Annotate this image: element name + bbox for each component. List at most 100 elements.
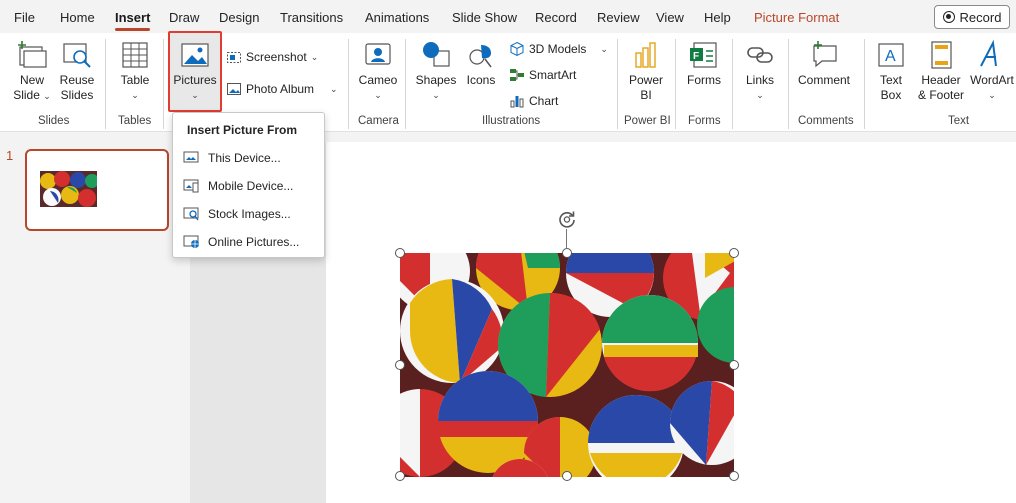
power-bi-button[interactable]: Power BI	[624, 35, 668, 103]
screenshot-label: Screenshot	[246, 50, 307, 64]
comments-group-label: Comments	[798, 115, 854, 127]
rotation-stem	[566, 229, 567, 249]
reuse-slides-icon	[61, 39, 93, 71]
this-device-menu-item[interactable]: This Device...	[183, 147, 323, 169]
screenshot-icon	[226, 49, 242, 65]
text-box-label-2: Box	[880, 88, 902, 102]
header-label: Header	[921, 73, 961, 87]
tables-group-label: Tables	[118, 115, 152, 127]
thumbnail-picture	[40, 171, 97, 207]
3d-models-label: 3D Models	[529, 42, 587, 56]
links-button[interactable]: Links ⌄	[739, 35, 781, 103]
new-slide-icon	[16, 39, 48, 71]
wordart-label: WordArt	[970, 73, 1014, 87]
forms-button[interactable]: F Forms	[682, 35, 726, 88]
tab-view[interactable]: View	[656, 10, 684, 25]
resize-handle-bottom[interactable]	[562, 471, 572, 481]
text-box-button[interactable]: A Text Box	[870, 35, 912, 103]
tab-picture-format[interactable]: Picture Format	[754, 10, 839, 25]
online-pictures-menu-item[interactable]: Online Pictures...	[183, 231, 323, 253]
reuse-label: Reuse	[59, 73, 95, 87]
record-icon	[942, 11, 955, 23]
new-slide-button[interactable]: New Slide ⌄	[10, 35, 54, 104]
tab-design[interactable]: Design	[219, 10, 259, 25]
tab-home[interactable]: Home	[60, 10, 95, 25]
icons-label: Icons	[466, 73, 496, 87]
this-device-label: This Device...	[208, 151, 281, 165]
pictures-label: Pictures	[173, 73, 217, 87]
device-icon	[183, 151, 200, 165]
reuse-slides-button[interactable]: Reuse Slides	[56, 35, 98, 103]
resize-handle-top-left[interactable]	[395, 248, 405, 258]
stock-images-icon	[183, 207, 200, 221]
wordart-button[interactable]: WordArt ⌄	[968, 35, 1016, 103]
shapes-button[interactable]: Shapes ⌄	[414, 35, 458, 103]
comment-button[interactable]: Comment	[795, 35, 853, 88]
power-bi-label-2: BI	[640, 88, 652, 102]
mobile-device-label: Mobile Device...	[208, 179, 294, 193]
mobile-device-menu-item[interactable]: Mobile Device...	[183, 175, 323, 197]
tab-transitions[interactable]: Transitions	[280, 10, 343, 25]
tab-file[interactable]: File	[14, 10, 35, 25]
separator	[675, 39, 676, 129]
separator	[348, 39, 349, 129]
separator	[405, 39, 406, 129]
smartart-label: SmartArt	[529, 68, 577, 82]
chart-button[interactable]: Chart	[509, 93, 558, 109]
cube-icon	[509, 41, 525, 57]
screenshot-button[interactable]: Screenshot ⌄	[226, 49, 318, 65]
photo-album-label: Photo Album	[246, 82, 315, 96]
pictures-button[interactable]: Pictures ⌄	[170, 35, 220, 103]
forms-group-label: Forms	[688, 115, 721, 127]
resize-handle-left[interactable]	[395, 360, 405, 370]
rotate-handle-icon[interactable]	[557, 209, 577, 229]
footer-label: & Footer	[917, 88, 965, 102]
smartart-button[interactable]: SmartArt	[509, 67, 576, 83]
slide-picture[interactable]	[400, 253, 734, 477]
cameo-button[interactable]: Cameo ⌄	[357, 35, 399, 103]
tab-animations[interactable]: Animations	[365, 10, 429, 25]
text-box-label: Text	[879, 73, 902, 87]
text-box-icon: A	[875, 39, 907, 71]
resize-handle-bottom-right[interactable]	[729, 471, 739, 481]
ribbon-spacer	[0, 132, 1016, 142]
icons-button[interactable]: Icons	[460, 35, 502, 88]
resize-handle-top-right[interactable]	[729, 248, 739, 258]
links-label: Links	[745, 73, 774, 87]
resize-handle-right[interactable]	[729, 360, 739, 370]
wordart-icon	[976, 39, 1008, 71]
stock-images-menu-item[interactable]: Stock Images...	[183, 203, 323, 225]
tab-record[interactable]: Record	[535, 10, 577, 25]
svg-text:A: A	[885, 48, 896, 65]
tab-draw[interactable]: Draw	[169, 10, 199, 25]
new-slide-label: New	[19, 73, 44, 87]
reuse-label-2: Slides	[60, 88, 94, 102]
resize-handle-bottom-left[interactable]	[395, 471, 405, 481]
record-button[interactable]: Record	[934, 5, 1010, 29]
tab-help[interactable]: Help	[704, 10, 731, 25]
comment-label: Comment	[797, 73, 850, 87]
table-label: Table	[120, 73, 150, 87]
mobile-device-icon	[183, 179, 200, 193]
separator	[105, 39, 106, 129]
record-button-label: Record	[959, 9, 1002, 25]
3d-models-button[interactable]: 3D Models ⌄	[509, 41, 608, 57]
forms-label: Forms	[687, 73, 721, 87]
slides-group-label: Slides	[38, 115, 70, 127]
comment-icon	[808, 39, 840, 71]
header-footer-icon	[925, 39, 957, 71]
online-pictures-label: Online Pictures...	[208, 235, 300, 249]
tab-insert[interactable]: Insert	[115, 10, 151, 31]
header-footer-button[interactable]: Header & Footer	[915, 35, 967, 103]
chart-label: Chart	[529, 94, 559, 108]
tab-review[interactable]: Review	[597, 10, 640, 25]
photo-album-button[interactable]: Photo Album ⌄	[226, 81, 338, 97]
power-bi-group-label: Power BI	[624, 115, 671, 127]
text-group-label: Text	[948, 115, 970, 127]
resize-handle-top[interactable]	[562, 248, 572, 258]
tab-slide-show[interactable]: Slide Show	[452, 10, 517, 25]
separator	[864, 39, 865, 129]
forms-icon: F	[688, 39, 720, 71]
cameo-icon	[362, 39, 394, 71]
table-button[interactable]: Table ⌄	[114, 35, 156, 103]
